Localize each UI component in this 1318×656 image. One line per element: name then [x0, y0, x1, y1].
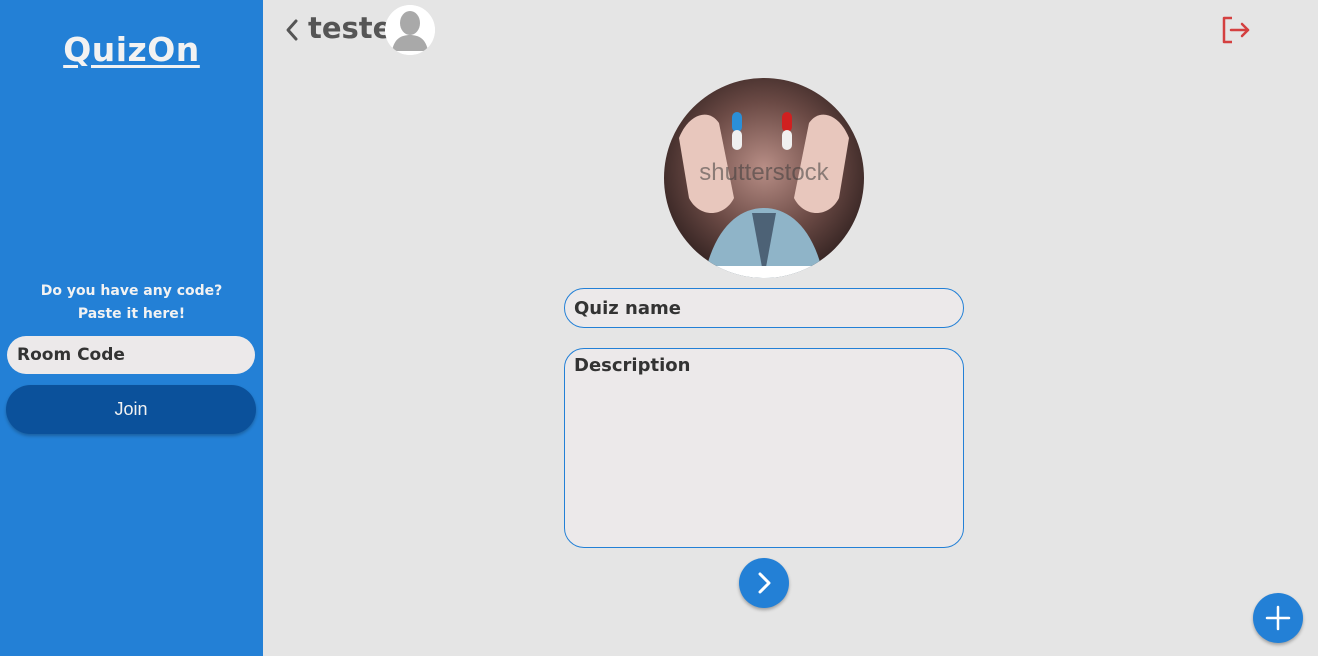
user-avatar-icon — [385, 5, 435, 55]
chevron-right-icon — [758, 572, 771, 594]
next-button[interactable] — [739, 558, 789, 608]
chevron-left-icon — [286, 19, 298, 41]
logout-icon — [1222, 16, 1250, 44]
code-prompt-line2: Paste it here! — [77, 306, 186, 322]
pills-photo: shutterstock — [664, 78, 864, 278]
quiz-cover-image[interactable]: shutterstock — [664, 78, 864, 278]
join-button[interactable]: Join — [6, 385, 256, 434]
avatar[interactable] — [385, 5, 435, 55]
app-logo[interactable]: QuizOn — [0, 30, 263, 69]
image-watermark: shutterstock — [699, 159, 829, 186]
add-button[interactable] — [1253, 593, 1303, 643]
room-code-input[interactable] — [7, 336, 255, 374]
back-button[interactable] — [282, 14, 304, 46]
logout-button[interactable] — [1218, 12, 1254, 48]
plus-icon — [1265, 605, 1291, 631]
description-input[interactable] — [564, 348, 964, 548]
page-title: teste — [308, 11, 393, 45]
sidebar: QuizOn Do you have any code? Paste it he… — [0, 0, 263, 656]
code-prompt-line1: Do you have any code? — [40, 283, 223, 299]
code-prompt: Do you have any code? Paste it here! — [0, 280, 263, 326]
quiz-name-input[interactable] — [564, 288, 964, 328]
